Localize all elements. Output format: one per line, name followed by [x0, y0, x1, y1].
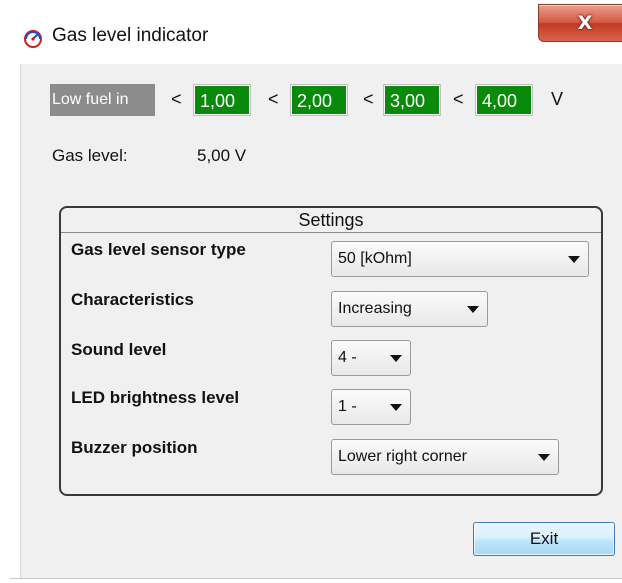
less-than-sign: < [453, 89, 464, 109]
sensor-type-value: 50 [kOhm] [338, 250, 412, 267]
settings-group: Settings Gas level sensor type 50 [kOhm]… [59, 206, 603, 496]
sensor-type-select[interactable]: 50 [kOhm] [331, 241, 589, 277]
characteristics-value: Increasing [338, 300, 412, 317]
chevron-down-icon [467, 306, 479, 313]
sensor-type-label: Gas level sensor type [71, 240, 246, 259]
exit-button[interactable]: Exit [473, 522, 615, 556]
characteristics-label: Characteristics [71, 290, 194, 309]
low-fuel-indicator: Low fuel in [50, 84, 155, 116]
threshold-field-3[interactable]: 3,00 [383, 84, 441, 116]
buzzer-position-select[interactable]: Lower right corner [331, 439, 559, 475]
led-brightness-label: LED brightness level [71, 388, 240, 407]
window-frame-bottom [10, 578, 622, 582]
less-than-sign: < [171, 89, 182, 109]
sound-level-label: Sound level [71, 340, 167, 359]
title-bar[interactable]: Gas level indicator X [10, 4, 622, 64]
threshold-unit: V [551, 89, 564, 109]
sound-level-select[interactable]: 4 - [331, 340, 411, 376]
buzzer-position-label: Buzzer position [71, 438, 198, 457]
less-than-sign: < [363, 89, 374, 109]
characteristics-select[interactable]: Increasing [331, 291, 488, 327]
chevron-down-icon [390, 404, 402, 411]
close-icon: X [577, 11, 593, 34]
led-brightness-value: 1 - [338, 398, 357, 415]
chevron-down-icon [538, 454, 550, 461]
less-than-sign: < [268, 89, 279, 109]
led-brightness-select[interactable]: 1 - [331, 389, 411, 425]
sound-level-value: 4 - [338, 349, 357, 366]
chevron-down-icon [568, 256, 580, 263]
gas-level-value: 5,00 V [197, 146, 247, 165]
app-gauge-icon [22, 28, 44, 48]
client-area: Low fuel in < 1,00 < 2,00 < 3,00 < 4,00 … [20, 64, 622, 578]
settings-title: Settings [61, 208, 601, 233]
gas-level-label: Gas level: [52, 146, 128, 165]
threshold-field-4[interactable]: 4,00 [475, 84, 533, 116]
chevron-down-icon [390, 355, 402, 362]
buzzer-position-value: Lower right corner [338, 448, 467, 465]
threshold-field-2[interactable]: 2,00 [290, 84, 348, 116]
app-window: Gas level indicator X Low fuel in < 1,00… [10, 4, 622, 582]
threshold-field-1[interactable]: 1,00 [193, 84, 251, 116]
close-button[interactable]: X [538, 4, 622, 42]
window-title: Gas level indicator [52, 25, 209, 46]
